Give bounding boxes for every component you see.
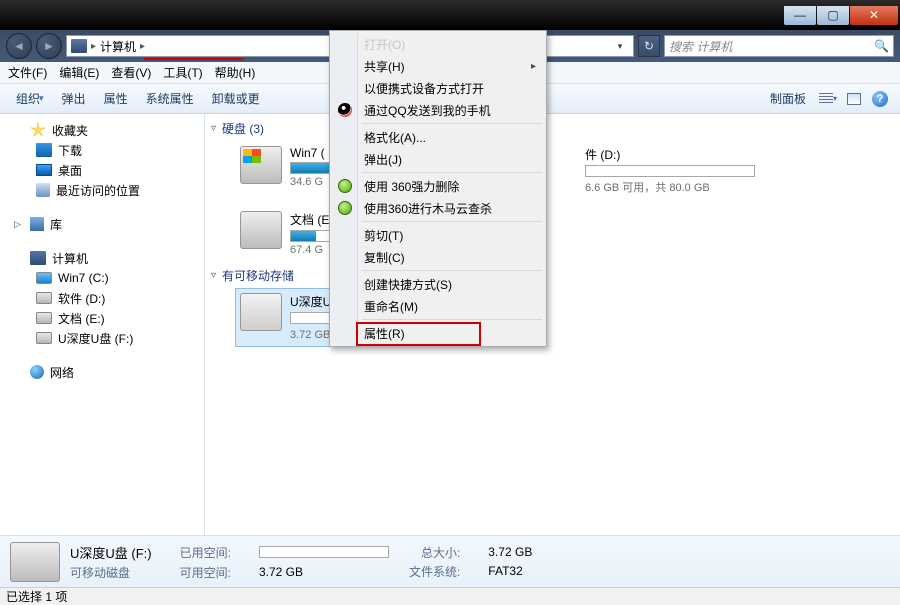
ctx-rename[interactable]: 重命名(M)	[332, 295, 544, 317]
search-placeholder: 搜索 计算机	[669, 38, 732, 55]
drive-icon	[36, 332, 52, 344]
status-text: 已选择 1 项	[6, 588, 67, 605]
menu-edit[interactable]: 编辑(E)	[59, 64, 99, 81]
star-icon	[30, 122, 46, 138]
drive-d[interactable]: 件 (D:) 6.6 GB 可用，共 80.0 GB	[580, 141, 810, 200]
ctx-360-scan[interactable]: 使用360进行木马云查杀	[332, 197, 544, 219]
qq-icon	[338, 103, 352, 117]
breadcrumb-sep: ▸	[91, 41, 96, 52]
ctx-qq-send[interactable]: 通过QQ发送到我的手机	[332, 99, 544, 121]
drive-icon	[36, 312, 52, 324]
drive-icon	[36, 272, 52, 284]
forward-button[interactable]: ►	[36, 33, 62, 59]
sidebar-computer[interactable]: 计算机	[0, 248, 204, 268]
sidebar-drive-c[interactable]: Win7 (C:)	[0, 268, 204, 288]
details-free-value: 3.72 GB	[259, 565, 389, 579]
sidebar-favorites[interactable]: 收藏夹	[0, 120, 204, 140]
search-icon: 🔍	[874, 39, 889, 53]
help-button[interactable]: ?	[868, 87, 892, 111]
desktop-icon	[36, 164, 52, 176]
close-button[interactable]: ✕	[850, 6, 898, 25]
sidebar-drive-d[interactable]: 软件 (D:)	[0, 288, 204, 308]
details-total-value: 3.72 GB	[488, 545, 532, 559]
usb-drive-icon	[240, 293, 282, 331]
details-fs-label: 文件系统:	[409, 563, 460, 580]
sidebar-downloads[interactable]: 下载	[0, 140, 204, 160]
ctx-format[interactable]: 格式化(A)...	[332, 126, 544, 148]
organize-button[interactable]: 组织▾	[8, 86, 52, 112]
breadcrumb-sep2[interactable]: ▸	[140, 41, 145, 52]
annotation-underline	[144, 58, 244, 60]
menu-view[interactable]: 查看(V)	[111, 64, 151, 81]
breadcrumb-computer[interactable]: 计算机	[100, 38, 136, 55]
address-dropdown[interactable]: ▾	[611, 41, 629, 52]
360-icon	[338, 179, 352, 193]
details-pane: U深度U盘 (F:) 已用空间: 可移动磁盘 可用空间: 3.72 GB 总大小…	[0, 535, 900, 587]
drive-icon	[240, 211, 282, 249]
section-hard-disks[interactable]: ▿硬盘 (3)	[211, 120, 890, 137]
back-button[interactable]: ◄	[6, 33, 32, 59]
system-properties-button[interactable]: 系统属性	[138, 86, 202, 112]
details-free-label: 可用空间:	[180, 564, 231, 581]
ctx-properties[interactable]: 属性(R)	[332, 322, 544, 344]
eject-button[interactable]: 弹出	[54, 86, 94, 112]
ctx-360-delete[interactable]: 使用 360强力删除	[332, 175, 544, 197]
search-input[interactable]: 搜索 计算机 🔍	[664, 35, 894, 57]
minimize-button[interactable]: —	[784, 6, 816, 25]
drive-icon-large	[10, 542, 60, 582]
help-icon: ?	[872, 91, 888, 107]
section-removable[interactable]: ▿有可移动存储	[211, 267, 890, 284]
sidebar-network[interactable]: 网络	[0, 362, 204, 382]
360-icon	[338, 201, 352, 215]
preview-pane-button[interactable]	[842, 87, 866, 111]
refresh-button[interactable]: ↻	[638, 35, 660, 57]
sidebar-libraries[interactable]: ▷库	[0, 214, 204, 234]
menu-file[interactable]: 文件(F)	[8, 64, 47, 81]
menu-tools[interactable]: 工具(T)	[163, 64, 202, 81]
libraries-icon	[30, 217, 44, 231]
drive-icon	[240, 146, 282, 184]
window-titlebar: — ▢ ✕	[0, 0, 900, 30]
maximize-button[interactable]: ▢	[817, 6, 849, 25]
view-options-button[interactable]: ▾	[816, 87, 840, 111]
content-pane: ▿硬盘 (3) Win7 ( 34.6 G 件 (D:) 6.6 GB 可用，共…	[205, 114, 900, 535]
context-menu: 打开(O) 共享(H)▸ 以便携式设备方式打开 通过QQ发送到我的手机 格式化(…	[329, 30, 547, 347]
properties-button[interactable]: 属性	[96, 86, 136, 112]
details-fs-value: FAT32	[488, 564, 532, 578]
details-name: U深度U盘 (F:)	[70, 543, 152, 562]
sidebar-drive-f[interactable]: U深度U盘 (F:)	[0, 328, 204, 348]
computer-icon	[71, 39, 87, 53]
ctx-open-portable[interactable]: 以便携式设备方式打开	[332, 77, 544, 99]
control-panel-button[interactable]: 制面板	[762, 86, 814, 112]
menu-help[interactable]: 帮助(H)	[215, 64, 256, 81]
network-icon	[30, 365, 44, 379]
details-total-label: 总大小:	[409, 544, 460, 561]
status-bar: 已选择 1 项	[0, 587, 900, 605]
details-used-label: 已用空间:	[180, 544, 231, 561]
drive-label: 件 (D:)	[585, 146, 755, 163]
ctx-create-shortcut[interactable]: 创建快捷方式(S)	[332, 273, 544, 295]
recent-icon	[36, 183, 50, 197]
drive-icon	[36, 292, 52, 304]
computer-icon	[30, 251, 46, 265]
capacity-bar	[585, 165, 755, 177]
sidebar-drive-e[interactable]: 文档 (E:)	[0, 308, 204, 328]
ctx-share[interactable]: 共享(H)▸	[332, 55, 544, 77]
ctx-copy[interactable]: 复制(C)	[332, 246, 544, 268]
ctx-eject[interactable]: 弹出(J)	[332, 148, 544, 170]
sidebar-desktop[interactable]: 桌面	[0, 160, 204, 180]
details-type: 可移动磁盘	[70, 564, 152, 581]
sidebar-recent[interactable]: 最近访问的位置	[0, 180, 204, 200]
download-icon	[36, 143, 52, 157]
details-used-bar	[259, 546, 389, 558]
ctx-cut[interactable]: 剪切(T)	[332, 224, 544, 246]
ctx-open[interactable]: 打开(O)	[332, 33, 544, 55]
navigation-pane: 收藏夹 下载 桌面 最近访问的位置 ▷库 计算机 Win7 (C:) 软件 (D…	[0, 114, 205, 535]
drive-capacity-text: 6.6 GB 可用，共 80.0 GB	[585, 179, 755, 195]
uninstall-button[interactable]: 卸载或更	[204, 86, 268, 112]
